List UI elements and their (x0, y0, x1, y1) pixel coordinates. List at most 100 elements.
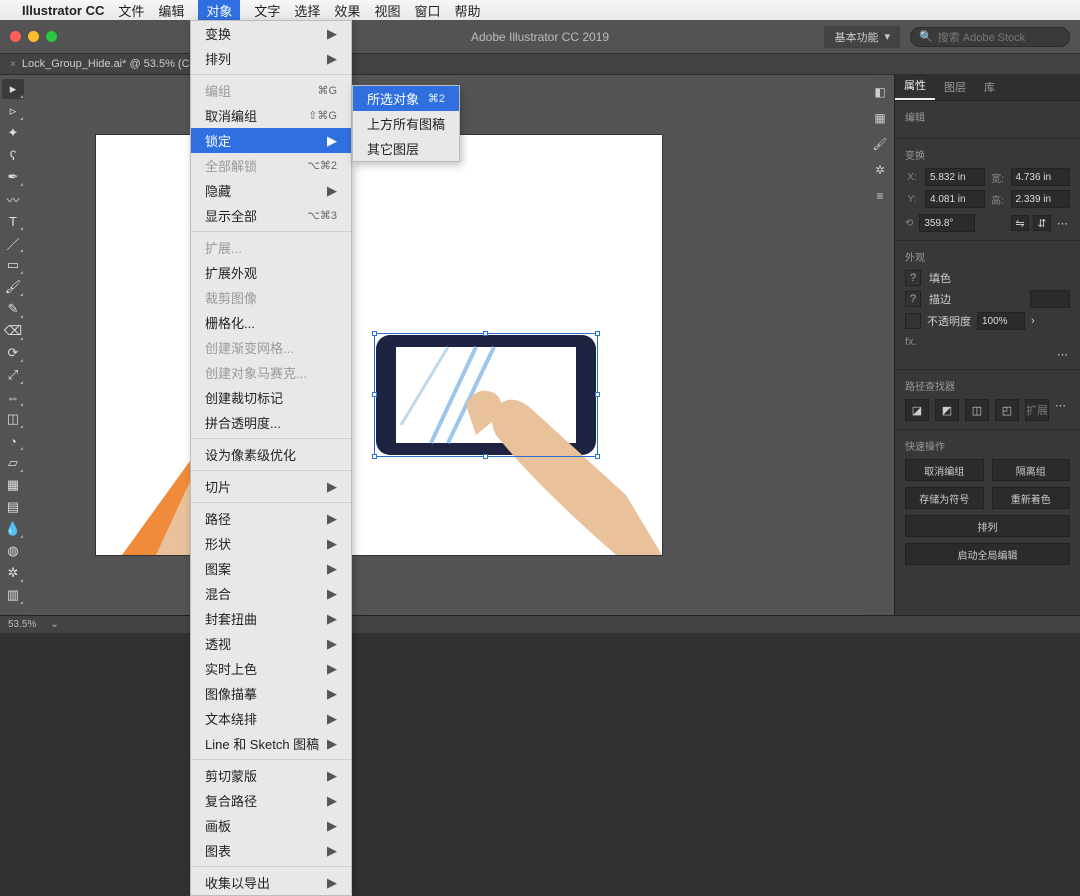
menu-item[interactable]: 形状▶ (191, 531, 351, 556)
direct-selection-tool[interactable]: ▹ (2, 101, 24, 121)
object-menu[interactable]: 变换▶排列▶编组⌘G取消编组⇧⌘G锁定▶全部解锁⌥⌘2隐藏▶显示全部⌥⌘3扩展.… (190, 20, 352, 896)
menu-item[interactable]: 所选对象⌘2 (353, 86, 459, 111)
shape-builder-tool[interactable]: ◔ (2, 431, 24, 451)
menu-select[interactable]: 选择 (294, 1, 320, 20)
menu-item[interactable]: 封套扭曲▶ (191, 606, 351, 631)
type-tool[interactable]: T (2, 211, 24, 231)
qa-isolate[interactable]: 隔离组 (992, 459, 1071, 481)
close-tab-icon[interactable]: × (10, 59, 16, 70)
qa-global-edit[interactable]: 启动全局编辑 (905, 543, 1070, 565)
menu-item[interactable]: Line 和 Sketch 图稿▶ (191, 731, 351, 756)
fx-button[interactable]: fx. (905, 336, 1070, 348)
menu-item[interactable]: 剪切蒙版▶ (191, 763, 351, 788)
menu-object[interactable]: 对象 (198, 0, 240, 22)
app-name[interactable]: Illustrator CC (22, 3, 104, 18)
menu-item[interactable]: 混合▶ (191, 581, 351, 606)
menu-item[interactable]: 透视▶ (191, 631, 351, 656)
eyedropper-tool[interactable]: 💧 (2, 519, 24, 539)
paintbrush-tool[interactable]: 🖌 (2, 277, 24, 297)
field-x[interactable]: 5.832 in (925, 168, 985, 186)
menu-view[interactable]: 视图 (374, 1, 400, 20)
selection-bounding-box[interactable] (374, 333, 598, 457)
pathfinder-unite[interactable]: ◪ (905, 399, 929, 421)
shaper-tool[interactable]: ✎ (2, 299, 24, 319)
swatches-panel-icon[interactable]: ▦ (869, 107, 891, 129)
field-opacity[interactable]: 100% (977, 312, 1025, 330)
menu-item[interactable]: 取消编组⇧⌘G (191, 103, 351, 128)
scale-tool[interactable]: ⤢ (2, 365, 24, 385)
menu-item[interactable]: 其它图层 (353, 136, 459, 161)
free-transform-tool[interactable]: ◫ (2, 409, 24, 429)
appearance-more-icon[interactable]: ⋯ (1057, 348, 1070, 361)
lock-submenu[interactable]: 所选对象⌘2上方所有图稿其它图层 (352, 85, 460, 162)
menu-window[interactable]: 窗口 (414, 1, 440, 20)
document-tab[interactable]: × Lock_Group_Hide.ai* @ 53.5% (CM… (0, 54, 221, 74)
width-tool[interactable]: ⇔ (2, 387, 24, 407)
field-rotation[interactable]: 359.8° (919, 214, 975, 232)
eraser-tool[interactable]: ⌫ (2, 321, 24, 341)
menu-item[interactable]: 上方所有图稿 (353, 111, 459, 136)
workspace-switcher[interactable]: 基本功能 ▾ (824, 26, 900, 48)
qa-save-symbol[interactable]: 存储为符号 (905, 487, 984, 509)
menu-item[interactable]: 复合路径▶ (191, 788, 351, 813)
zoom-chevron-icon[interactable]: ⌄ (50, 619, 58, 630)
curvature-tool[interactable]: 〰 (2, 189, 24, 209)
menu-item[interactable]: 创建裁切标记 (191, 385, 351, 410)
menu-item[interactable]: 路径▶ (191, 506, 351, 531)
stroke-weight[interactable] (1030, 290, 1070, 308)
stroke-panel-icon[interactable]: ≡ (869, 185, 891, 207)
menu-edit[interactable]: 编辑 (158, 1, 184, 20)
menu-item[interactable]: 隐藏▶ (191, 178, 351, 203)
selection-tool[interactable]: ▸ (2, 79, 24, 99)
pathfinder-exclude[interactable]: ◰ (995, 399, 1019, 421)
color-panel-icon[interactable]: ◧ (869, 81, 891, 103)
menu-help[interactable]: 帮助 (454, 1, 480, 20)
tab-libraries[interactable]: 库 (975, 74, 1004, 100)
opacity-chevron-icon[interactable]: › (1031, 315, 1035, 327)
menu-item[interactable]: 图表▶ (191, 838, 351, 863)
menu-item[interactable]: 排列▶ (191, 46, 351, 71)
field-y[interactable]: 4.081 in (925, 190, 985, 208)
window-controls[interactable] (0, 31, 57, 42)
field-h[interactable]: 2.339 in (1011, 190, 1071, 208)
pathfinder-expand[interactable]: 扩展 (1025, 399, 1049, 421)
pen-tool[interactable]: ✒ (2, 167, 24, 187)
menu-file[interactable]: 文件 (118, 1, 144, 20)
menu-item[interactable]: 栅格化... (191, 310, 351, 335)
close-window-icon[interactable] (10, 31, 21, 42)
symbol-sprayer-tool[interactable]: ✲ (2, 563, 24, 583)
blend-tool[interactable]: ◍ (2, 541, 24, 561)
menu-item[interactable]: 图案▶ (191, 556, 351, 581)
perspective-tool[interactable]: ▱ (2, 453, 24, 473)
fill-swatch[interactable]: ? (905, 270, 921, 286)
menu-item[interactable]: 扩展外观 (191, 260, 351, 285)
tab-properties[interactable]: 属性 (895, 72, 935, 100)
menu-effect[interactable]: 效果 (334, 1, 360, 20)
brushes-panel-icon[interactable]: 🖌 (869, 133, 891, 155)
column-graph-tool[interactable]: ▥ (2, 585, 24, 605)
menu-type[interactable]: 文字 (254, 1, 280, 20)
qa-ungroup[interactable]: 取消编组 (905, 459, 984, 481)
menu-item[interactable]: 实时上色▶ (191, 656, 351, 681)
menu-item[interactable]: 画板▶ (191, 813, 351, 838)
pathfinder-intersect[interactable]: ◫ (965, 399, 989, 421)
menu-item[interactable]: 变换▶ (191, 21, 351, 46)
menu-item[interactable]: 图像描摹▶ (191, 681, 351, 706)
menu-item[interactable]: 锁定▶ (191, 128, 351, 153)
menu-item[interactable]: 设为像素级优化 (191, 442, 351, 467)
tab-layers[interactable]: 图层 (935, 74, 975, 100)
line-tool[interactable]: ／ (2, 233, 24, 253)
menu-item[interactable]: 文本绕排▶ (191, 706, 351, 731)
field-w[interactable]: 4.736 in (1011, 168, 1071, 186)
menu-item[interactable]: 拼合透明度... (191, 410, 351, 435)
gradient-tool[interactable]: ▤ (2, 497, 24, 517)
lasso-tool[interactable]: ʕ (2, 145, 24, 165)
minimize-window-icon[interactable] (28, 31, 39, 42)
rectangle-tool[interactable]: ▭ (2, 255, 24, 275)
menu-item[interactable]: 切片▶ (191, 474, 351, 499)
menu-item[interactable]: 收集以导出▶ (191, 870, 351, 895)
menu-item[interactable]: 显示全部⌥⌘3 (191, 203, 351, 228)
qa-arrange[interactable]: 排列 (905, 515, 1070, 537)
stroke-swatch[interactable]: ? (905, 291, 921, 307)
mesh-tool[interactable]: ▦ (2, 475, 24, 495)
